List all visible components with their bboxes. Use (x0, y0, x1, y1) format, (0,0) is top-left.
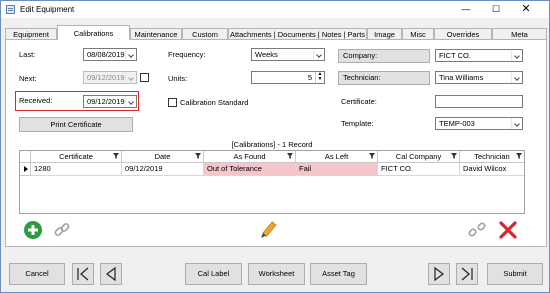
next-label: Next: (19, 74, 37, 83)
chevron-down-icon[interactable] (511, 50, 522, 61)
last-record-button[interactable] (456, 263, 478, 285)
row-selector-icon[interactable] (20, 163, 31, 176)
column-label: Certificate (59, 152, 93, 161)
filter-icon[interactable] (451, 153, 457, 159)
next-record-button[interactable] (428, 263, 450, 285)
filter-icon[interactable] (113, 153, 119, 159)
first-record-button[interactable] (72, 263, 94, 285)
previous-record-icon (106, 266, 116, 282)
maximize-icon[interactable]: ☐ (482, 1, 510, 18)
filter-icon[interactable] (287, 153, 293, 159)
submit-button[interactable]: Submit (487, 263, 543, 285)
column-label: Date (154, 152, 171, 161)
received-date-picker[interactable]: 09/12/2019 (83, 95, 137, 108)
chevron-down-icon[interactable] (125, 49, 136, 60)
app-icon (6, 5, 15, 14)
stepper-arrows-icon[interactable]: ▲ ▼ (315, 72, 324, 83)
cal-label-button[interactable]: Cal Label (185, 263, 242, 285)
column-header-cal-company[interactable]: Cal Company (378, 151, 460, 163)
column-header-date[interactable]: Date (122, 151, 204, 163)
last-label: Last: (19, 50, 36, 59)
frequency-value: Weeks (255, 50, 278, 59)
template-label: Template: (341, 119, 374, 128)
minimize-icon[interactable]: — (452, 1, 480, 18)
tab-calibrations[interactable]: Calibrations (57, 25, 130, 40)
row-header-corner (20, 151, 31, 163)
next-date-checkbox[interactable] (140, 73, 149, 82)
column-label: As Left (324, 152, 349, 161)
delete-x-icon[interactable] (498, 220, 518, 240)
print-certificate-button[interactable]: Print Certificate (19, 117, 133, 132)
edit-equipment-window: Edit Equipment — ☐ ✕ Equipment Calibrati… (0, 0, 550, 293)
table-cell-date[interactable]: 09/12/2019 (122, 163, 204, 176)
filter-icon[interactable] (516, 153, 522, 159)
column-label: Technician (474, 152, 510, 161)
column-header-technician[interactable]: Technician (460, 151, 524, 163)
filter-icon[interactable] (195, 153, 201, 159)
title-bar: Edit Equipment — ☐ ✕ (1, 1, 549, 18)
last-record-icon (461, 267, 473, 281)
next-date-value: 09/12/2019 (87, 73, 125, 82)
table-cell-technician[interactable]: David Wilcox (460, 163, 524, 176)
edit-pencil-icon[interactable] (258, 220, 278, 240)
chevron-down-icon[interactable] (313, 49, 324, 60)
column-label: As Found (233, 152, 266, 161)
grid-caption: [Calibrations] - 1 Record (231, 140, 313, 149)
link-icon[interactable] (52, 220, 72, 240)
calibration-standard-label: Calibration Standard (180, 98, 249, 107)
units-label: Units: (168, 74, 188, 83)
certificate-input[interactable] (435, 95, 523, 108)
frequency-label: Frequency: (168, 50, 206, 59)
last-date-picker[interactable]: 08/08/2019 (83, 48, 137, 61)
last-date-value: 08/08/2019 (87, 50, 125, 59)
column-label: Cal Company (395, 152, 442, 161)
units-stepper[interactable]: 5 ▲ ▼ (251, 71, 325, 84)
previous-record-button[interactable] (100, 263, 122, 285)
column-header-certificate[interactable]: Certificate (31, 151, 122, 163)
received-date-value: 09/12/2019 (87, 97, 125, 106)
chevron-down-icon[interactable] (125, 96, 136, 107)
next-date-picker: 09/12/2019 (83, 71, 137, 84)
table-cell-as-found[interactable]: Out of Tolerance (204, 163, 296, 176)
asset-tag-button[interactable]: Asset Tag (310, 263, 367, 285)
tab-strip: Equipment Calibrations Maintenance Custo… (5, 25, 547, 40)
chevron-down-icon (125, 72, 136, 83)
technician-value: Tina Williams (439, 73, 484, 82)
filter-icon[interactable] (369, 153, 375, 159)
chevron-down-icon[interactable] (511, 72, 522, 83)
certificate-label: Certificate: (341, 97, 377, 106)
cancel-button[interactable]: Cancel (9, 263, 65, 285)
first-record-icon (77, 267, 89, 281)
template-select[interactable]: TEMP-003 (435, 117, 523, 130)
technician-select[interactable]: Tina Williams (435, 71, 523, 84)
company-value: FICT CO. (439, 51, 471, 60)
calibration-standard-checkbox[interactable] (168, 98, 177, 107)
add-icon[interactable] (23, 220, 43, 240)
table-cell-cal-company[interactable]: FICT CO. (378, 163, 460, 176)
received-label: Received: (19, 96, 53, 105)
worksheet-button[interactable]: Worksheet (248, 263, 305, 285)
units-value: 5 (307, 73, 312, 82)
calibrations-grid: Certificate Date As Found As Left Cal Co… (19, 150, 525, 214)
table-cell-as-left[interactable]: Fail (296, 163, 378, 176)
chevron-down-icon[interactable] (511, 118, 522, 129)
company-button[interactable]: Company: (338, 49, 430, 63)
window-title: Edit Equipment (20, 5, 75, 14)
table-cell-certificate[interactable]: 1280 (31, 163, 122, 176)
close-icon[interactable]: ✕ (512, 1, 540, 18)
column-header-as-left[interactable]: As Left (296, 151, 378, 163)
unlink-icon[interactable] (467, 220, 487, 240)
next-record-icon (434, 266, 444, 282)
company-select[interactable]: FICT CO. (435, 49, 523, 62)
technician-button[interactable]: Technician: (338, 71, 430, 85)
frequency-select[interactable]: Weeks (251, 48, 325, 61)
column-header-as-found[interactable]: As Found (204, 151, 296, 163)
template-value: TEMP-003 (439, 119, 475, 128)
